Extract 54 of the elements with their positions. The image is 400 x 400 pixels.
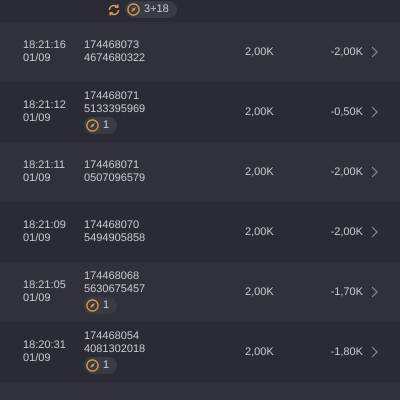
date-text: 01/09 (23, 352, 52, 365)
compass-icon (86, 119, 99, 132)
sync-icon (107, 2, 121, 16)
count-badge: 1 (84, 357, 118, 374)
time-text: 18:21:12 (23, 99, 67, 112)
change-text: -0,50K (330, 106, 363, 118)
amount-text: 2,00K (245, 46, 275, 58)
date-text: 01/09 (23, 232, 52, 245)
id-text: 5133395969 (84, 103, 146, 116)
chevron-right-icon (371, 346, 378, 358)
chevron-right-icon (371, 106, 378, 118)
amount-text: 2,00K (245, 226, 275, 238)
amount-text: 2,00K (245, 286, 275, 298)
change-text: -1,80K (330, 346, 363, 358)
count-badge: 1 (84, 297, 118, 314)
id-text: 174468054 (84, 330, 140, 343)
list-row[interactable]: 18:21:11 01/09 174468071 0507096579 2,00K -2,00K (0, 142, 400, 202)
chevron-right-icon (371, 286, 378, 298)
chevron-right-icon (371, 226, 378, 238)
time-text: 18:21:11 (23, 159, 66, 172)
id-text: 174468071 (84, 90, 140, 103)
date-text: 01/09 (23, 172, 52, 185)
chevron-right-icon (371, 166, 378, 178)
list-row[interactable]: 18:21:05 01/09 174468068 5630675457 1 2,00K -1,70K (0, 262, 400, 322)
id-text: 5494905858 (84, 232, 146, 245)
id-text: 5630675457 (84, 283, 146, 296)
time-text: 18:21:09 (23, 219, 67, 232)
count-badge: 3+18 (125, 1, 177, 18)
compass-icon (86, 299, 99, 312)
count-badge: 1 (84, 117, 118, 134)
id-text: 4674680322 (84, 52, 146, 65)
time-text: 18:21:16 (23, 39, 67, 52)
compass-icon (86, 359, 99, 372)
change-text: -1,70K (330, 286, 363, 298)
id-text: 174468073 (84, 39, 140, 52)
change-text: -2,00K (330, 226, 363, 238)
amount-text: 2,00K (245, 166, 275, 178)
time-text: 18:21:05 (23, 279, 67, 292)
date-text: 01/09 (23, 292, 52, 305)
id-text: 0507096579 (84, 172, 146, 185)
date-text: 01/09 (23, 112, 52, 125)
id-text: 174468071 (84, 159, 140, 172)
id-text: 174468068 (84, 270, 140, 283)
amount-text: 2,00K (245, 106, 275, 118)
id-text: 4081302018 (84, 343, 146, 356)
chevron-right-icon (371, 46, 378, 58)
time-text: 18:20:31 (23, 339, 67, 352)
list-row[interactable]: 18:21:16 01/09 174468073 4674680322 2,00K -2,00K (0, 22, 400, 82)
amount-text: 2,00K (245, 346, 275, 358)
change-text: -2,00K (330, 166, 363, 178)
change-text: -2,00K (330, 46, 363, 58)
date-text: 01/09 (23, 52, 52, 65)
compass-icon (127, 3, 140, 16)
id-text: 174468070 (84, 219, 140, 232)
